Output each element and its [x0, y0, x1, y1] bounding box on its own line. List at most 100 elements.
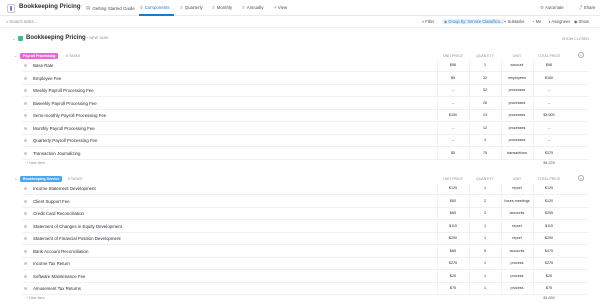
new-task-button[interactable]: + NEW TASK: [86, 36, 109, 40]
task-row[interactable]: Bank Account Reconciliation $65 5 accounts $…: [22, 245, 588, 258]
unit-price-cell[interactable]: $25: [450, 274, 456, 278]
column-header-total-price[interactable]: TOTAL PRICE: [538, 54, 561, 58]
status-circle-icon[interactable]: [24, 151, 27, 155]
total-price-cell[interactable]: $275: [545, 261, 553, 265]
group-label[interactable]: Payroll Processing: [20, 53, 59, 59]
total-price-cell[interactable]: –: [548, 88, 550, 92]
unit-price-cell[interactable]: $98: [450, 63, 456, 67]
quantity-cell[interactable]: 32: [483, 76, 487, 80]
me-button[interactable]: ◔ Me: [532, 19, 541, 24]
task-name[interactable]: Software Maintenance Fee: [33, 274, 85, 279]
task-row[interactable]: Semi-monthly Payroll Processing Fee $150 2…: [22, 110, 588, 122]
unit-cell[interactable]: processes: [509, 113, 526, 117]
total-price-cell[interactable]: –: [548, 126, 550, 130]
subtasks-button[interactable]: ⑂ Subtasks: [504, 19, 524, 24]
share-button[interactable]: ⤴ Share: [578, 5, 595, 11]
task-row[interactable]: Weekly Payroll Processing Fee – 52 processe…: [22, 85, 588, 97]
unit-price-cell[interactable]: $5: [451, 151, 455, 155]
add-view-button[interactable]: + View: [274, 5, 287, 10]
unit-price-cell[interactable]: $150: [449, 113, 457, 117]
unit-cell[interactable]: account: [511, 63, 524, 67]
filter-button[interactable]: ▿ Filter: [422, 19, 434, 24]
total-price-cell[interactable]: $25: [546, 274, 552, 278]
column-header-unit[interactable]: UNIT: [513, 177, 521, 181]
task-name[interactable]: Weekly Payroll Processing Fee: [33, 88, 94, 93]
task-name[interactable]: Bank Account Reconciliation: [33, 249, 88, 254]
column-header-total-price[interactable]: TOTAL PRICE: [538, 177, 561, 181]
chevron-down-icon[interactable]: ⌄: [12, 36, 15, 41]
status-circle-icon[interactable]: [24, 101, 27, 105]
new-item-button[interactable]: + New Item: [26, 296, 45, 300]
unit-cell[interactable]: processes: [509, 101, 526, 105]
column-header-unit[interactable]: UNIT: [513, 54, 521, 58]
unit-cell[interactable]: processes: [509, 88, 526, 92]
assignees-button[interactable]: ◑ Assignees: [548, 19, 570, 24]
status-circle-icon[interactable]: [24, 237, 27, 240]
unit-price-cell[interactable]: $275: [449, 261, 457, 265]
total-price-cell[interactable]: $115: [545, 224, 553, 228]
status-circle-icon[interactable]: [24, 212, 27, 215]
task-name[interactable]: Quarterly Payroll Processing Fee: [33, 138, 97, 143]
status-circle-icon[interactable]: [24, 249, 27, 253]
column-header-unit-price[interactable]: UNIT PRICE: [443, 177, 463, 181]
task-name[interactable]: Base Rate: [33, 63, 54, 68]
unit-cell[interactable]: transactions: [507, 151, 527, 155]
column-header-quantity[interactable]: QUANTITY: [476, 54, 494, 58]
total-price-cell[interactable]: $375: [545, 151, 553, 155]
unit-cell[interactable]: employees: [508, 76, 526, 80]
quantity-cell[interactable]: 1: [484, 236, 486, 240]
task-row[interactable]: Client Support Fee $60 2 hours meetings $120: [22, 195, 588, 208]
unit-cell[interactable]: process: [511, 286, 524, 290]
quantity-cell[interactable]: 1: [484, 261, 486, 265]
unit-cell[interactable]: processes: [509, 138, 526, 142]
task-row[interactable]: Amusement Tax Returns $75 1 process $75: [22, 283, 588, 295]
tab-components[interactable]: ≡ Components: [140, 5, 170, 10]
task-name[interactable]: Semi-monthly Payroll Processing Fee: [33, 113, 106, 118]
task-row[interactable]: Quarterly Payroll Processing Fee – 4 proces…: [22, 135, 588, 147]
quantity-cell[interactable]: 12: [483, 126, 487, 130]
new-item-button[interactable]: + New Item: [26, 161, 45, 165]
unit-cell[interactable]: report: [512, 186, 522, 190]
task-row[interactable]: Software Maintenance Fee $25 1 process $25: [22, 270, 588, 283]
task-name[interactable]: Credit Card Reconciliation: [33, 211, 84, 216]
status-circle-icon[interactable]: [24, 126, 27, 130]
task-name[interactable]: Employee Fee: [33, 76, 61, 81]
unit-price-cell[interactable]: –: [452, 101, 454, 105]
task-row[interactable]: Income Statement Development $125 1 report $…: [22, 183, 588, 195]
quantity-cell[interactable]: 1: [484, 274, 486, 278]
unit-price-cell[interactable]: $65: [450, 211, 456, 215]
total-price-cell[interactable]: $475: [545, 249, 553, 253]
quantity-cell[interactable]: 1: [484, 186, 486, 190]
tab-annually[interactable]: ≡ Annually: [242, 5, 264, 10]
status-circle-icon[interactable]: [24, 114, 27, 117]
total-price-cell[interactable]: $120: [545, 199, 553, 203]
show-button[interactable]: ◉ Show: [574, 19, 589, 24]
status-circle-icon[interactable]: [24, 224, 27, 228]
show-closed-button[interactable]: SHOW CLOSED: [562, 37, 589, 41]
column-header-quantity[interactable]: QUANTITY: [476, 177, 494, 181]
total-price-cell[interactable]: $3,600: [543, 113, 554, 117]
status-circle-icon[interactable]: [24, 274, 27, 278]
task-name[interactable]: Income Statement Development: [33, 186, 96, 191]
unit-price-cell[interactable]: $125: [449, 186, 457, 190]
unit-cell[interactable]: hours meetings: [504, 199, 529, 203]
total-price-cell[interactable]: $160: [545, 76, 553, 80]
group-by-button[interactable]: ◈ Group by: Service Classifica...: [442, 19, 506, 24]
total-price-cell[interactable]: $255: [545, 211, 553, 215]
quantity-cell[interactable]: 1: [484, 63, 486, 67]
task-row[interactable]: Statement of Changes in Equity Developme…: [22, 220, 588, 233]
search-input[interactable]: ⌕ Search tasks...: [6, 19, 37, 24]
status-circle-icon[interactable]: [24, 76, 27, 80]
task-name[interactable]: Monthly Payroll Processing Fee: [33, 126, 95, 131]
task-name[interactable]: Income Tax Return: [33, 261, 70, 266]
unit-cell[interactable]: process: [511, 261, 524, 265]
quantity-cell[interactable]: 1: [484, 224, 486, 228]
quantity-cell[interactable]: 3: [484, 211, 486, 215]
tab-quarterly[interactable]: ≡ Quarterly: [180, 5, 203, 10]
menu-dots-icon[interactable]: ⋯: [77, 3, 83, 10]
quantity-cell[interactable]: 2: [484, 199, 486, 203]
quantity-cell[interactable]: 4: [484, 138, 486, 142]
task-name[interactable]: Statement of Changes in Equity Developme…: [33, 224, 122, 229]
task-row[interactable]: Statement of Financial Position Developm…: [22, 233, 588, 245]
task-row[interactable]: Transaction Journalizing $5 75 transactions…: [22, 147, 588, 160]
